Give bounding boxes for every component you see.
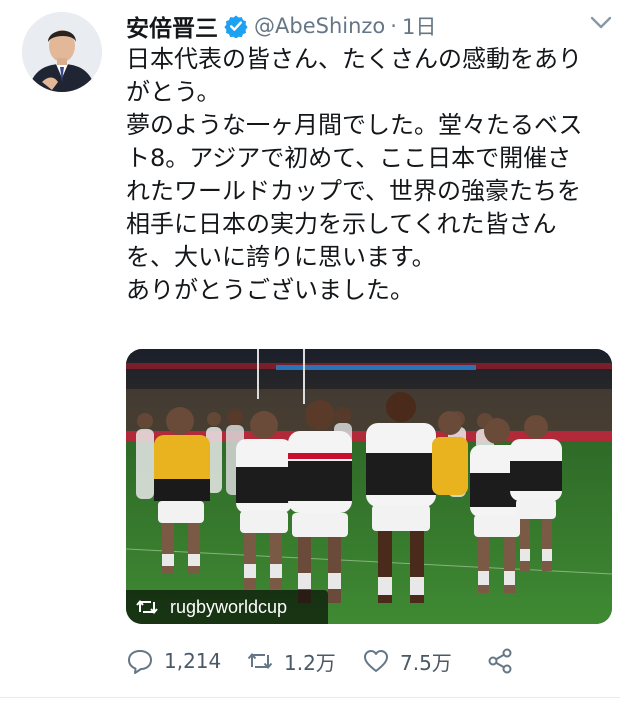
rugby-team-photo — [126, 349, 612, 624]
reply-count: 1,214 — [164, 649, 222, 673]
tweet-text-line: れたワールドカップで、世界の強豪たちを — [126, 177, 582, 205]
tweet-divider — [0, 697, 620, 698]
reply-icon — [128, 650, 152, 674]
like-button[interactable]: 7.5万 — [362, 647, 486, 676]
tweet-card[interactable]: 安倍晋三 @AbeShinzo · 1日 日本代表の皆さん、たくさんの感動をあり… — [0, 0, 620, 702]
user-handle[interactable]: @AbeShinzo — [254, 14, 385, 38]
avatar[interactable] — [22, 12, 102, 92]
retweet-icon — [136, 599, 158, 615]
tweet-text-line: 相手に日本の実力を示してくれた皆さん — [126, 210, 557, 238]
tweet-text-line: ありがとうございました。 — [126, 276, 414, 304]
tweet-header: 安倍晋三 @AbeShinzo · 1日 — [126, 8, 436, 44]
retweet-button[interactable]: 1.2万 — [246, 647, 362, 676]
tweet-text-line: を、大いに誇りに思います。 — [126, 243, 436, 271]
timestamp[interactable]: 1日 — [402, 11, 436, 41]
verified-badge-icon — [224, 15, 248, 38]
retweet-count: 1.2万 — [284, 650, 336, 675]
tweet-text-line: ト8。アジアで初めて、ここ日本で開催さ — [126, 144, 572, 172]
display-name[interactable]: 安倍晋三 — [126, 9, 218, 43]
header-separator: · — [390, 14, 397, 38]
retweeted-source-name: rugbyworldcup — [170, 596, 288, 617]
like-count: 7.5万 — [400, 650, 452, 675]
tweet-media-video[interactable]: rugbyworldcup — [126, 349, 612, 624]
share-icon — [488, 648, 512, 674]
retweet-icon — [247, 652, 273, 670]
retweeted-source-tag[interactable]: rugbyworldcup — [126, 590, 328, 624]
tweet-text-line: 夢のような一ヶ月間でした。堂々たるベス — [126, 111, 583, 139]
reply-button[interactable]: 1,214 — [126, 647, 246, 675]
tweet-text: 日本代表の皆さん、たくさんの感動をあり がとう。 夢のような一ヶ月間でした。堂々… — [126, 43, 612, 307]
heart-icon — [364, 650, 388, 672]
tweet-text-line: がとう。 — [126, 78, 221, 106]
chevron-down-icon[interactable] — [590, 16, 612, 30]
tweet-actions-bar: 1,214 1.2万 7.5万 — [126, 645, 526, 677]
share-button[interactable] — [486, 647, 526, 675]
avatar-portrait — [22, 12, 102, 92]
tweet-text-line: 日本代表の皆さん、たくさんの感動をあり — [126, 45, 582, 73]
